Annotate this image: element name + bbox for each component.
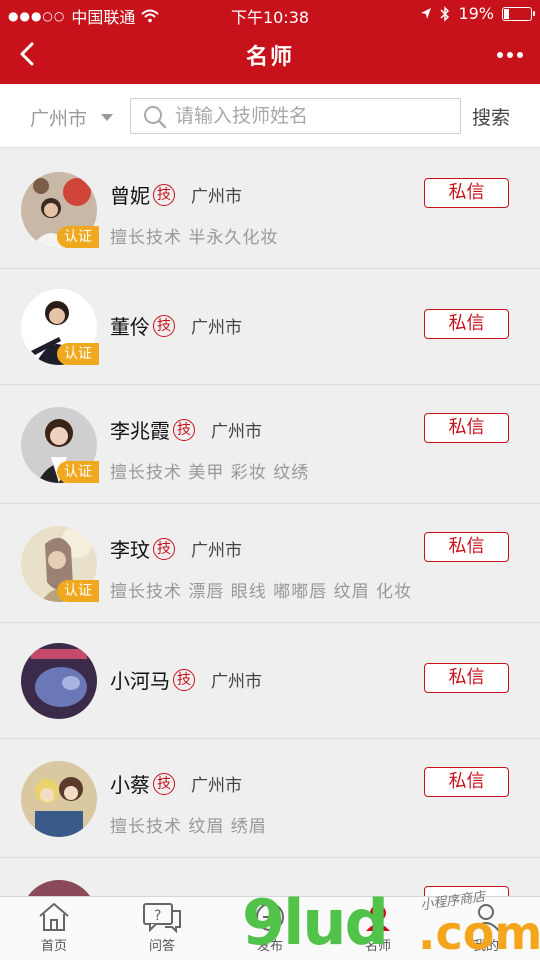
battery-icon: [502, 6, 535, 21]
search-input[interactable]: [175, 101, 455, 131]
teacher-skills: 擅长技术 纹眉 绣眉: [110, 817, 267, 837]
more-button[interactable]: [490, 38, 530, 72]
svg-text:?: ?: [154, 908, 161, 924]
home-icon: [39, 903, 69, 931]
teacher-name-line: 李兆霞 技 广州市: [110, 415, 262, 444]
search-box[interactable]: [130, 98, 461, 134]
avatar: 认证: [21, 407, 99, 483]
message-button[interactable]: 私信: [424, 532, 509, 562]
teacher-city: 广州市: [191, 318, 242, 338]
teacher-city: 广州市: [191, 541, 242, 561]
teacher-name: 董伶: [110, 315, 150, 339]
message-button[interactable]: 私信: [424, 663, 509, 693]
tab-home[interactable]: 首页: [14, 901, 94, 954]
message-button[interactable]: 私信: [424, 413, 509, 443]
technician-badge: 技: [173, 418, 195, 441]
technician-badge: 技: [153, 772, 175, 795]
certified-badge: 认证: [57, 461, 99, 483]
teacher-name: 小河马: [110, 669, 170, 693]
certified-badge: 认证: [57, 343, 99, 365]
watermark-logo: 9lud: [242, 886, 389, 959]
avatar: 认证: [21, 172, 99, 248]
watermark-domain: .com: [418, 906, 540, 960]
teacher-city: 广州市: [191, 187, 242, 207]
teacher-skills: 擅长技术 美甲 彩妆 纹绣: [110, 463, 310, 483]
teacher-name: 李兆霞: [110, 419, 170, 443]
teacher-name-line: 小河马 技 广州市: [110, 665, 262, 694]
search-bar: 广州市 搜索: [0, 84, 540, 148]
certified-badge: 认证: [57, 226, 99, 248]
message-button[interactable]: 私信: [424, 309, 509, 339]
teacher-row[interactable]: 认证 李兆霞 技 广州市 擅长技术 美甲 彩妆 纹绣 私信: [0, 385, 540, 504]
more-dots-icon: [497, 52, 523, 58]
teacher-name-line: 李玟 技 广州市: [110, 534, 242, 563]
city-selector-label: 广州市: [30, 108, 88, 130]
teacher-skills: 擅长技术 漂唇 眼线 嘟嘟唇 纹眉 化妆: [110, 582, 413, 602]
teacher-name: 曾妮: [110, 184, 150, 208]
tab-label: 问答: [148, 939, 175, 954]
technician-badge: 技: [153, 537, 175, 560]
teacher-list: 认证 曾妮 技 广州市 擅长技术 半永久化妆 私信 认证 董伶 技 广州市 私信…: [0, 150, 540, 896]
avatar: 认证: [21, 526, 99, 602]
search-icon: [144, 106, 167, 129]
bluetooth-icon: [440, 5, 450, 22]
teacher-row[interactable]: 认证 李玟 技 广州市 擅长技术 漂唇 眼线 嘟嘟唇 纹眉 化妆 私信: [0, 504, 540, 623]
avatar: [21, 643, 97, 719]
teacher-row[interactable]: 认证 董伶 技 广州市 私信: [0, 269, 540, 385]
avatar-image: [21, 643, 97, 719]
tab-qa[interactable]: ? 问答: [122, 901, 202, 954]
technician-badge: 技: [173, 668, 195, 691]
page-title: 名师: [245, 45, 294, 70]
message-button[interactable]: 私信: [424, 767, 509, 797]
message-button[interactable]: 私信: [424, 178, 509, 208]
battery-percent: 19%: [458, 4, 494, 23]
nav-bar: 名师: [0, 26, 540, 84]
teacher-row[interactable]: 小河马 技 广州市 私信: [0, 623, 540, 739]
teacher-city: 广州市: [211, 422, 262, 442]
teacher-name: 小蔡: [110, 773, 150, 797]
teacher-name-line: 小蔡 技 广州市: [110, 769, 242, 798]
city-selector[interactable]: 广州市: [30, 104, 114, 131]
avatar: [21, 880, 97, 896]
teacher-row[interactable]: 小蔡 技 广州市 擅长技术 纹眉 绣眉 私信: [0, 739, 540, 858]
teacher-name-line: 曾妮 技 广州市: [110, 180, 242, 209]
avatar: 认证: [21, 289, 99, 365]
teacher-city: 广州市: [191, 776, 242, 796]
qa-icon: ?: [143, 903, 181, 933]
teacher-name: 李玟: [110, 538, 150, 562]
tab-label: 首页: [40, 939, 67, 954]
avatar-image: [21, 880, 97, 896]
technician-badge: 技: [153, 183, 175, 206]
avatar: [21, 761, 97, 837]
status-bar: ●●●○○ 中国联通 下午10:38 19%: [0, 0, 540, 27]
watermark: 9lud .com 小程序商店: [240, 884, 540, 960]
location-icon: [421, 7, 432, 19]
technician-badge: 技: [153, 314, 175, 337]
teacher-city: 广州市: [211, 672, 262, 692]
teacher-name-line: 董伶 技 广州市: [110, 311, 242, 340]
search-button[interactable]: 搜索: [472, 103, 510, 130]
certified-badge: 认证: [57, 580, 99, 602]
teacher-skills: 擅长技术 半永久化妆: [110, 228, 279, 248]
teacher-row[interactable]: 认证 曾妮 技 广州市 擅长技术 半永久化妆 私信: [0, 150, 540, 269]
avatar-image: [21, 761, 97, 837]
caret-down-icon: [101, 114, 114, 121]
